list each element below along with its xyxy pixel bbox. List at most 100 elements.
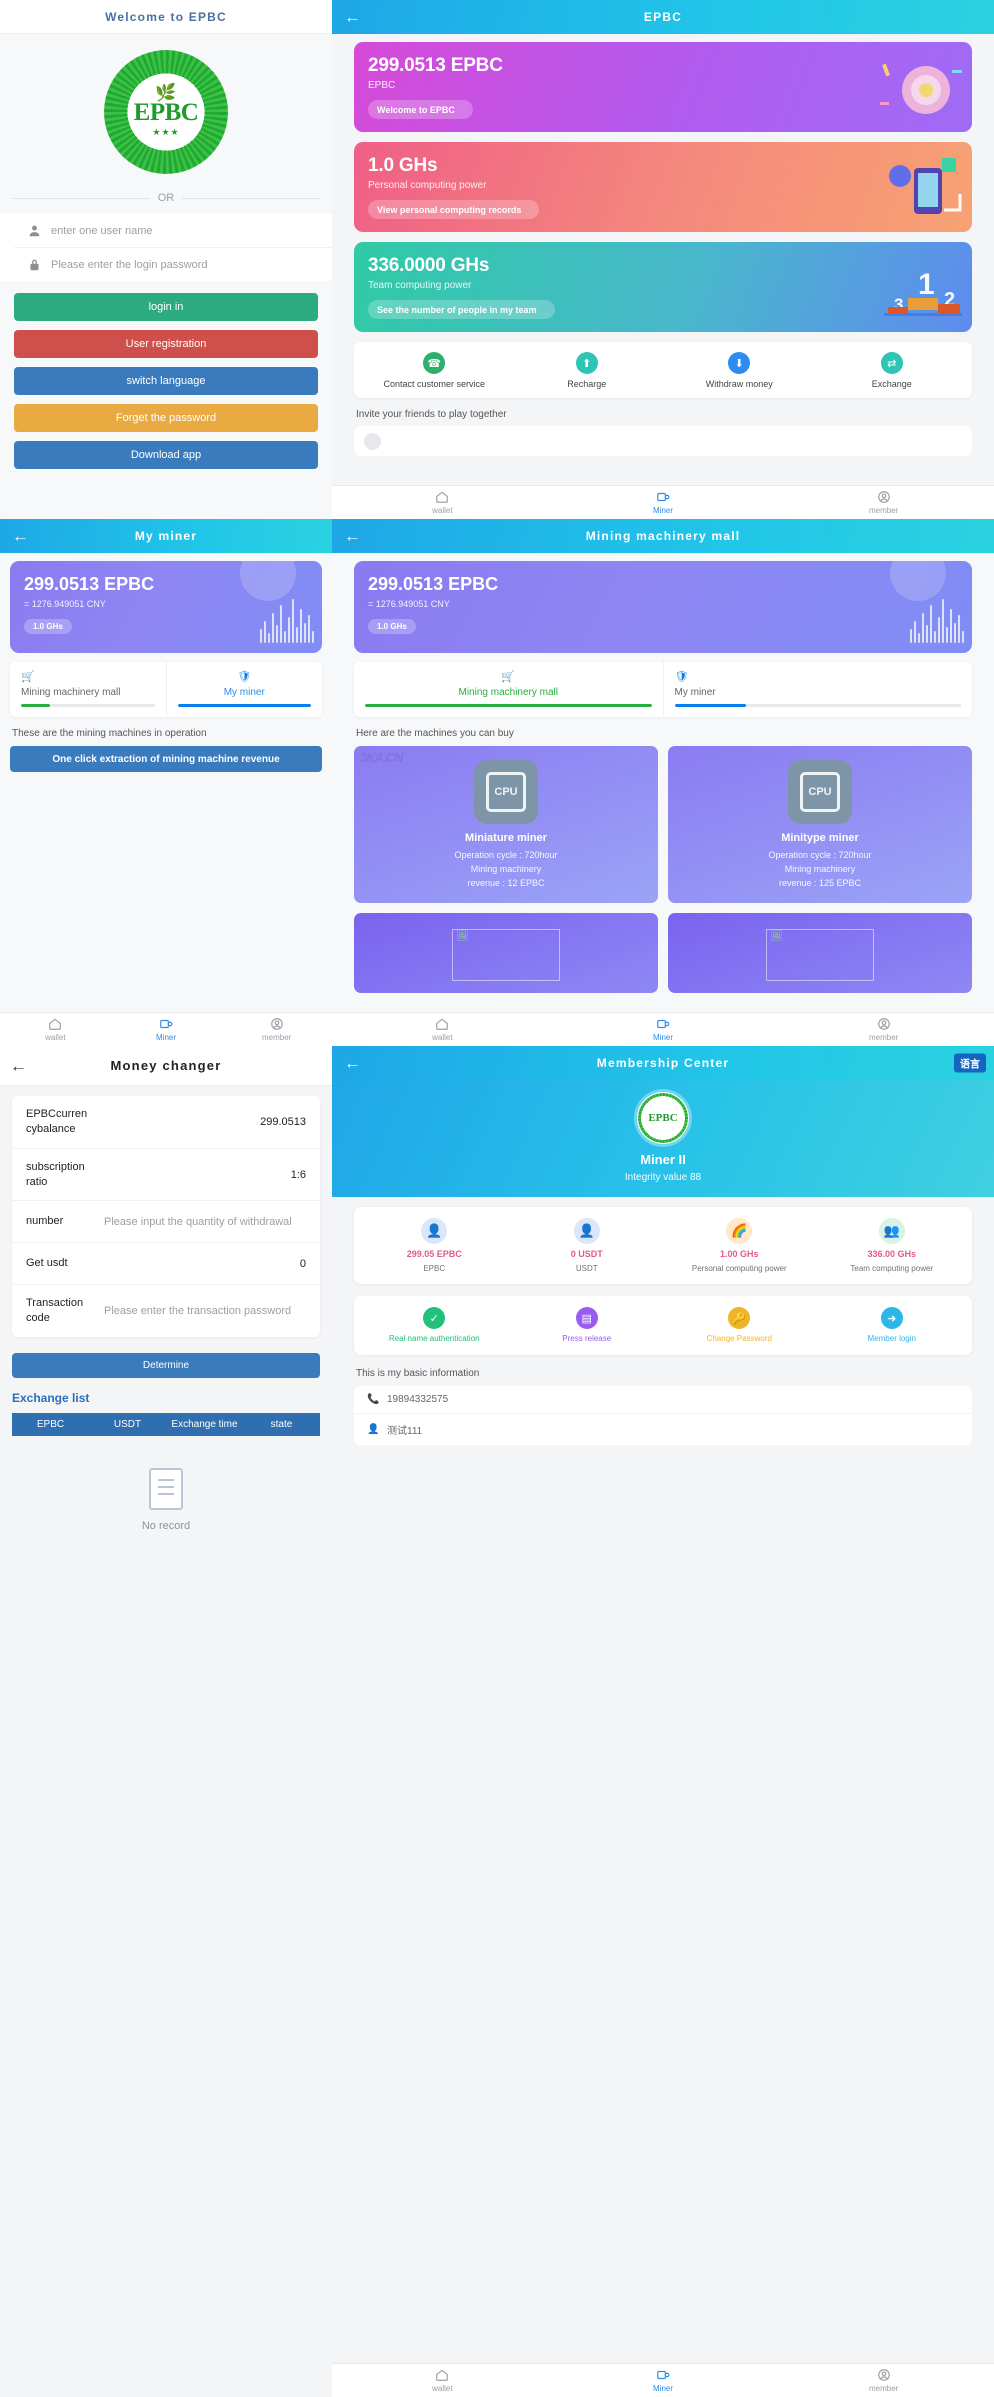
row-number[interactable]: number Please input the quantity of with…	[12, 1201, 320, 1244]
action-label: Press release	[562, 1334, 612, 1344]
row-transaction-code[interactable]: Transaction code Please enter the transa…	[12, 1285, 320, 1337]
tab-label: member	[869, 2384, 899, 2393]
tab-miner[interactable]: Miner	[553, 2368, 774, 2393]
login-button-stack: login in User registration switch langua…	[0, 281, 332, 469]
stat-team-power[interactable]: 👥 336.00 GHs Team computing power	[816, 1218, 969, 1274]
wallet-body: 299.0513 EPBC EPBC Welcome to EPBC ↑ 1.0…	[332, 42, 994, 494]
miner-hint: These are the mining machines in operati…	[12, 728, 207, 739]
membership-header: EPBC Miner II Integrity value 88	[332, 1080, 994, 1197]
machine-cycle: Operation cycle : 720hour	[454, 850, 558, 860]
tab-my-miner[interactable]: 🛡 My miner	[165, 662, 323, 717]
personal-power-card[interactable]: 1.0 GHs Personal computing power View pe…	[354, 142, 972, 232]
cpu-icon: CPU	[474, 760, 538, 824]
team-power-label: Team computing power	[368, 280, 472, 291]
team-icon: 👥	[878, 1218, 905, 1244]
action-real-name-authentication[interactable]: ✓ Real name authentication	[358, 1307, 511, 1345]
stat-epbc[interactable]: 👤 299.05 EPBC EPBC	[358, 1218, 511, 1274]
team-count-label: See the number of people in my team	[377, 304, 537, 315]
row-subscription-ratio: subscription ratio 1:6	[12, 1149, 320, 1202]
determine-button[interactable]: Determine	[12, 1353, 320, 1379]
bar-chart-decoration	[910, 597, 964, 643]
home-icon	[49, 1018, 62, 1030]
tab-miner[interactable]: Miner	[553, 490, 774, 515]
bottom-tabbar: wallet Miner member	[332, 1012, 994, 1046]
quick-action-exchange[interactable]: ⇄ Exchange	[816, 352, 969, 390]
stars-icon: ★★★	[152, 126, 180, 137]
tab-mining-machinery-mall[interactable]: 🛒 Mining machinery mall	[354, 662, 663, 717]
back-icon[interactable]: ←	[344, 1055, 361, 1072]
quick-action-label: Recharge	[567, 379, 607, 389]
basic-info-title: This is my basic information	[356, 1367, 480, 1379]
page-title: Mining machinery mall	[585, 529, 741, 543]
machine-card-miniature[interactable]: 3KA.CN CPU Miniature miner Operation cyc…	[354, 746, 658, 903]
personal-records-pill[interactable]: View personal computing records ↑	[368, 200, 540, 219]
machine-revenue-line2: revenue : 12 EPBC	[467, 877, 545, 888]
decorative-orb	[240, 561, 296, 601]
tab-wallet[interactable]: wallet	[0, 1017, 111, 1042]
action-member-login[interactable]: ➜ Member login	[816, 1307, 969, 1345]
personal-power-value: 1.0 GHs	[368, 155, 438, 176]
cpu-icon: CPU	[788, 760, 852, 824]
back-icon[interactable]: ←	[344, 9, 361, 26]
decorative-orb	[890, 561, 946, 601]
tab-member[interactable]: member	[221, 1017, 332, 1042]
row-value: 0	[299, 1257, 306, 1270]
row-value: 1:6	[290, 1168, 306, 1181]
exchange-list-title: Exchange list	[12, 1391, 90, 1406]
quick-action-label: Withdraw money	[705, 379, 773, 389]
invite-list-item[interactable]	[354, 426, 972, 457]
forget-password-button[interactable]: Forget the password	[14, 404, 318, 432]
switch-language-button[interactable]: switch language	[14, 367, 318, 395]
epbc-balance-card[interactable]: 299.0513 EPBC EPBC Welcome to EPBC ↑	[354, 42, 972, 132]
tab-member[interactable]: member	[773, 2368, 994, 2393]
back-icon[interactable]: ←	[344, 528, 361, 545]
welcome-pill-label: Welcome to EPBC	[377, 104, 455, 115]
machine-card-placeholder-2[interactable]	[668, 912, 972, 993]
welcome-pill[interactable]: Welcome to EPBC ↑	[368, 100, 473, 119]
or-label: OR	[157, 192, 175, 204]
row-epbc-balance: EPBCcurren cybalance 299.0513	[12, 1096, 320, 1149]
action-change-password[interactable]: 🔑 Change Password	[663, 1307, 816, 1345]
stat-key: EPBC	[423, 1263, 446, 1273]
my-miner-navbar: ← My miner	[0, 519, 332, 553]
stat-personal-power[interactable]: 🌈 1.00 GHs Personal computing power	[663, 1218, 816, 1274]
team-count-pill[interactable]: See the number of people in my team ↑	[368, 300, 555, 319]
download-app-button[interactable]: Download app	[14, 441, 318, 469]
tab-wallet[interactable]: wallet	[332, 2368, 553, 2393]
password-field[interactable]: Please enter the login password	[14, 248, 332, 281]
tab-mining-machinery-mall[interactable]: 🛒 Mining machinery mall	[10, 662, 166, 717]
tab-member[interactable]: member	[773, 1017, 994, 1042]
machine-card-placeholder-1[interactable]	[354, 912, 658, 993]
action-press-release[interactable]: ▤ Press release	[511, 1307, 664, 1345]
epbc-balance-label: EPBC	[368, 80, 396, 91]
username-field[interactable]: enter one user name	[14, 214, 332, 248]
tab-wallet[interactable]: wallet	[332, 1017, 553, 1042]
tab-wallet[interactable]: wallet	[332, 490, 553, 515]
quick-action-withdraw[interactable]: ⬇ Withdraw money	[663, 352, 816, 390]
stat-usdt[interactable]: 👤 0 USDT USDT	[511, 1218, 664, 1274]
back-icon[interactable]: ←	[12, 528, 29, 545]
tab-label: wallet	[432, 1033, 453, 1042]
login-button[interactable]: login in	[14, 293, 318, 321]
tab-miner[interactable]: Miner	[111, 1017, 222, 1042]
money-changer-screen: ← Money changer EPBCcurren cybalance 299…	[0, 1046, 332, 2397]
tab-label: Miner	[156, 1033, 177, 1042]
broken-image-icon	[766, 928, 874, 981]
language-button[interactable]: 语言	[954, 1053, 986, 1073]
quick-action-contact[interactable]: ☎ Contact customer service	[358, 352, 511, 390]
mall-balance-cny: = 1276.949051 CNY	[368, 599, 450, 609]
bottom-tabbar: wallet Miner member	[332, 485, 994, 519]
tab-member[interactable]: member	[773, 490, 994, 515]
row-label: number	[26, 1215, 64, 1228]
team-power-card[interactable]: 336.0000 GHs Team computing power See th…	[354, 242, 972, 332]
machine-revenue-line1: Mining machinery	[470, 863, 542, 874]
mall-hint: Here are the machines you can buy	[356, 728, 514, 739]
tab-my-miner[interactable]: 🛡 My miner	[662, 662, 973, 717]
one-click-extract-button[interactable]: One click extraction of mining machine r…	[10, 746, 322, 772]
user-icon	[877, 491, 890, 503]
back-icon[interactable]: ←	[10, 1057, 27, 1074]
machine-card-minitype[interactable]: CPU Minitype miner Operation cycle : 720…	[668, 746, 972, 903]
tab-miner[interactable]: Miner	[553, 1017, 774, 1042]
quick-action-recharge[interactable]: ⬆ Recharge	[511, 352, 664, 390]
user-registration-button[interactable]: User registration	[14, 330, 318, 358]
